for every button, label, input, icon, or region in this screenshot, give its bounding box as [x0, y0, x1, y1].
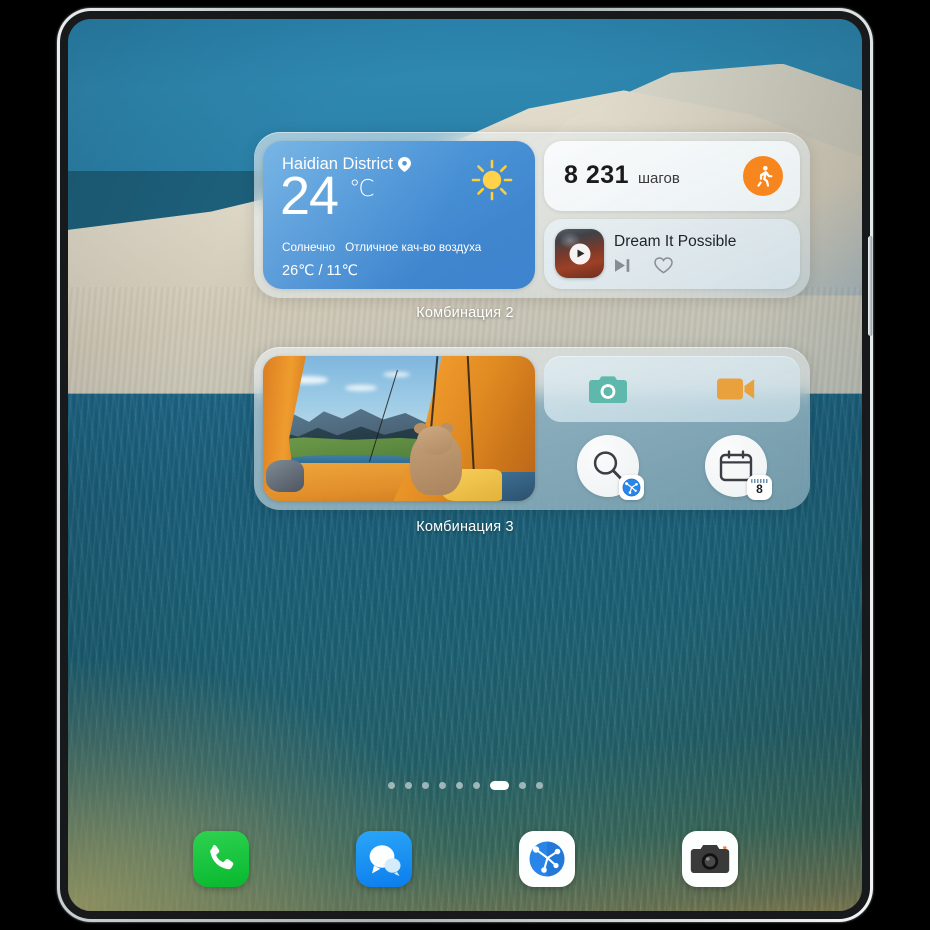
dock: [68, 831, 862, 887]
steps-unit: шагов: [638, 170, 680, 187]
weather-air-quality: Отличное кач-во воздуха: [345, 241, 482, 254]
weather-condition-row: Солнечно Отличное кач-во воздуха: [282, 241, 481, 254]
camera-icon[interactable]: [589, 373, 627, 406]
weather-range: 26℃ / 11℃: [282, 263, 358, 279]
capture-shortcuts-row: [544, 356, 800, 422]
camera-icon: [690, 845, 729, 873]
page-dot[interactable]: [472, 782, 480, 789]
device-frame: Haidian District 24 ℃ Солнечно Отличное …: [57, 8, 873, 922]
search-shortcut[interactable]: [577, 435, 644, 500]
page-dot[interactable]: [438, 782, 446, 789]
music-controls: [614, 257, 673, 274]
calendar-shortcut[interactable]: 8: [705, 435, 772, 500]
globe-badge: [619, 475, 644, 500]
page-dot[interactable]: [421, 782, 429, 789]
music-track-title: Dream It Possible: [614, 233, 737, 250]
widget-group-3-label: Комбинация 3: [416, 519, 514, 535]
weather-unit: ℃: [349, 175, 375, 201]
page-dot[interactable]: [455, 782, 463, 789]
page-dot[interactable]: [404, 782, 412, 789]
calendar-day-badge: 8: [747, 475, 772, 500]
globe-icon: [622, 478, 641, 497]
calendar-badge-day: 8: [756, 482, 763, 496]
dock-app-browser[interactable]: [518, 831, 575, 887]
weather-low: 11℃: [326, 263, 358, 279]
page-dot-active[interactable]: [489, 781, 509, 790]
weather-temperature: 24: [280, 166, 339, 226]
heart-icon[interactable]: [654, 257, 673, 274]
weather-widget[interactable]: Haidian District 24 ℃ Солнечно Отличное …: [263, 141, 535, 289]
runner-icon: [743, 156, 783, 196]
album-art: [555, 229, 604, 278]
phone-icon: [209, 844, 233, 870]
camcorder-icon[interactable]: [717, 375, 755, 403]
location-pin-icon: [397, 157, 411, 172]
sun-icon: [471, 159, 513, 201]
steps-count: 8 231: [564, 161, 630, 189]
power-button[interactable]: [868, 236, 873, 336]
widget-group-2-label: Комбинация 2: [416, 305, 514, 321]
widget-group-combination-3[interactable]: 8: [254, 347, 810, 510]
dock-app-messages[interactable]: [355, 831, 412, 887]
dock-app-phone[interactable]: [192, 831, 249, 887]
page-dot[interactable]: [518, 782, 526, 789]
music-widget[interactable]: Dream It Possible: [544, 219, 800, 289]
tool-shortcuts-row: 8: [544, 431, 800, 501]
right-widget-stack: 8 231 шагов Dream It Possible: [544, 141, 800, 289]
page-dot[interactable]: [387, 782, 395, 789]
widget-group-combination-2[interactable]: Haidian District 24 ℃ Солнечно Отличное …: [254, 132, 810, 298]
weather-high: 26℃: [282, 263, 315, 279]
message-bubble-icon: [369, 845, 400, 876]
screen: Haidian District 24 ℃ Солнечно Отличное …: [68, 19, 862, 911]
globe-icon: [529, 841, 564, 877]
next-track-icon[interactable]: [614, 258, 633, 273]
weather-condition: Солнечно: [282, 241, 336, 254]
page-indicator[interactable]: [68, 781, 862, 790]
page-dot[interactable]: [535, 782, 543, 789]
shortcut-panel: 8: [544, 356, 800, 501]
play-icon[interactable]: [569, 243, 590, 264]
steps-widget[interactable]: 8 231 шагов: [544, 141, 800, 211]
weather-range-separator: /: [318, 263, 323, 279]
dock-app-camera[interactable]: [681, 831, 738, 887]
photo-widget[interactable]: [263, 356, 535, 501]
